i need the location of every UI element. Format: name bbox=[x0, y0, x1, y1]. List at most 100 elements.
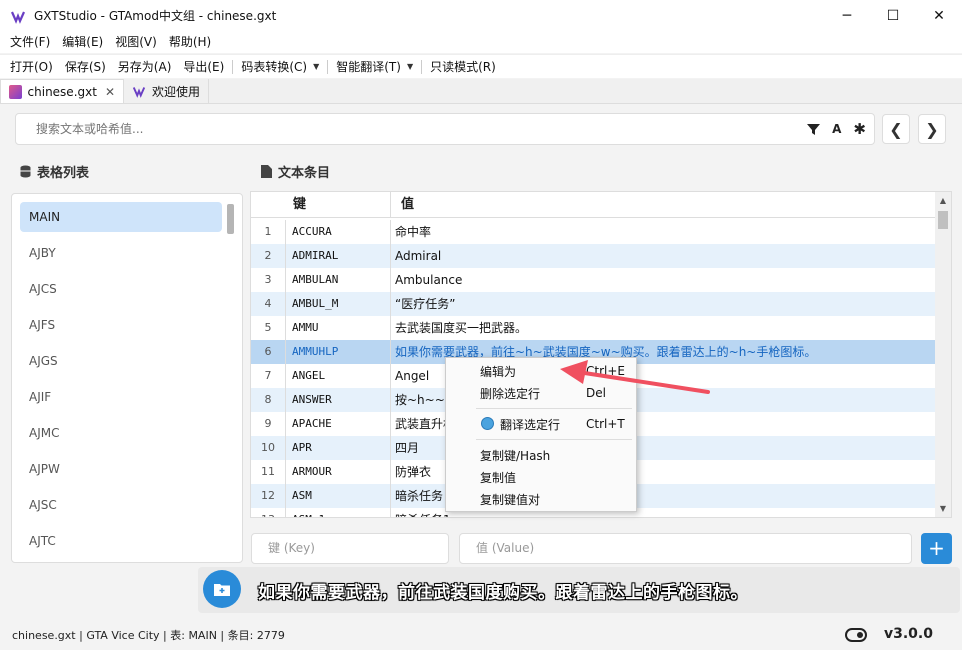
minimize-button[interactable]: ─ bbox=[824, 0, 870, 31]
ctx-separator bbox=[476, 408, 632, 409]
row-number: 7 bbox=[264, 369, 272, 382]
tab-close-icon[interactable]: ✕ bbox=[105, 85, 115, 99]
tab-label: chinese.gxt bbox=[27, 84, 97, 99]
table-list-item[interactable]: AJMC bbox=[20, 418, 222, 448]
ctx-copy-key-label: 复制键/Hash bbox=[480, 448, 551, 463]
list-scrollbar[interactable] bbox=[227, 204, 234, 234]
key-cell[interactable]: APACHE bbox=[285, 412, 391, 436]
table-row[interactable]: 5 AMMU 去武装国度买一把武器。 bbox=[251, 316, 937, 340]
key-cell[interactable]: ANGEL bbox=[285, 364, 391, 388]
ctx-translate[interactable]: 翻译选定行 Ctrl+T bbox=[446, 413, 636, 435]
save-button[interactable]: 保存(S) bbox=[59, 56, 112, 78]
table-list-item[interactable]: MAIN bbox=[20, 202, 222, 232]
search-tools: A ✱ bbox=[807, 114, 866, 144]
codepage-button[interactable]: 码表转换(C) ▼ bbox=[235, 56, 325, 78]
value-cell[interactable]: Admiral bbox=[391, 244, 937, 268]
version-label: v3.0.0 bbox=[884, 626, 933, 642]
ctx-copy-pair[interactable]: 复制键值对 bbox=[446, 488, 636, 510]
prev-result-button[interactable]: ❮ bbox=[882, 114, 910, 144]
theme-toggle-icon[interactable] bbox=[845, 628, 867, 642]
filter-icon[interactable] bbox=[807, 123, 821, 136]
table-list-item[interactable]: AJPW bbox=[20, 454, 222, 484]
key-cell[interactable]: AMBUL_M bbox=[285, 292, 391, 316]
regex-icon[interactable]: ✱ bbox=[853, 120, 866, 138]
value-input[interactable]: 值 (Value) bbox=[459, 533, 912, 564]
key-cell[interactable]: ASM bbox=[285, 484, 391, 508]
key-cell[interactable]: AMMUHLP bbox=[285, 340, 391, 364]
key-input[interactable]: 键 (Key) bbox=[251, 533, 449, 564]
table-list-item[interactable]: AJCS bbox=[20, 274, 222, 304]
table-row[interactable]: 1 ACCURA 命中率 bbox=[251, 220, 937, 244]
row-number: 9 bbox=[264, 417, 272, 430]
add-entry-button[interactable]: + bbox=[921, 533, 952, 564]
table-row[interactable]: 2 ADMIRAL Admiral bbox=[251, 244, 937, 268]
table-list-item[interactable]: AJSC bbox=[20, 490, 222, 520]
ctx-edit-shortcut: Ctrl+E bbox=[586, 364, 625, 378]
toolbar-divider bbox=[421, 59, 423, 74]
readonly-button[interactable]: 只读模式(R) bbox=[424, 56, 502, 78]
match-case-icon[interactable]: A bbox=[832, 122, 841, 136]
table-row[interactable]: 3 AMBULAN Ambulance bbox=[251, 268, 937, 292]
menu-help[interactable]: 帮助(H) bbox=[163, 31, 217, 53]
key-cell[interactable]: AMMU bbox=[285, 316, 391, 340]
key-column-header[interactable]: 键 bbox=[285, 192, 391, 218]
key-cell[interactable]: ADMIRAL bbox=[285, 244, 391, 268]
title-bar: GXTStudio - GTAmod中文组 - chinese.gxt ─ ☐ … bbox=[0, 0, 962, 31]
codepage-label: 码表转换(C) bbox=[241, 59, 308, 74]
smart-translate-button[interactable]: 智能翻译(T) ▼ bbox=[330, 56, 419, 78]
menu-view[interactable]: 视图(V) bbox=[109, 31, 163, 53]
value-cell[interactable]: 去武装国度买一把武器。 bbox=[391, 316, 937, 340]
search-box: A ✱ bbox=[15, 113, 875, 145]
ctx-edit[interactable]: 编辑为 Ctrl+E bbox=[446, 360, 636, 382]
table-list-item[interactable]: AJIF bbox=[20, 382, 222, 412]
table-list-item[interactable]: AJFS bbox=[20, 310, 222, 340]
close-button[interactable]: ✕ bbox=[916, 0, 962, 31]
maximize-button[interactable]: ☐ bbox=[870, 0, 916, 31]
ctx-copy-pair-label: 复制键值对 bbox=[480, 492, 541, 507]
open-button[interactable]: 打开(O) bbox=[4, 56, 59, 78]
table-list-title: 表格列表 bbox=[37, 166, 90, 181]
next-result-button[interactable]: ❯ bbox=[918, 114, 946, 144]
key-cell[interactable]: ACCURA bbox=[285, 220, 391, 244]
value-column-header[interactable]: 值 bbox=[391, 192, 937, 218]
key-cell[interactable]: ASM_1 bbox=[285, 508, 391, 517]
value-cell[interactable]: “医疗任务” bbox=[391, 292, 937, 316]
ctx-copy-value[interactable]: 复制值 bbox=[446, 466, 636, 488]
menu-edit[interactable]: 编辑(E) bbox=[56, 31, 109, 53]
ctx-delete[interactable]: 删除选定行 Del bbox=[446, 382, 636, 404]
scroll-down-icon[interactable]: ▼ bbox=[935, 501, 951, 517]
tab-welcome[interactable]: 欢迎使用 bbox=[124, 79, 210, 103]
key-cell[interactable]: ARMOUR bbox=[285, 460, 391, 484]
toolbar: 打开(O) 保存(S) 另存为(A) 导出(E) 码表转换(C) ▼ 智能翻译(T… bbox=[0, 54, 962, 78]
table-scrollbar[interactable]: ▲ ▼ bbox=[935, 192, 951, 517]
entries-header: 文本条目 bbox=[261, 162, 330, 181]
table-header: 键 值 bbox=[251, 192, 937, 218]
menu-file[interactable]: 文件(F) bbox=[4, 31, 56, 53]
database-icon bbox=[20, 165, 31, 178]
ctx-translate-shortcut: Ctrl+T bbox=[586, 417, 625, 431]
table-list-item[interactable]: AJBY bbox=[20, 238, 222, 268]
scroll-thumb[interactable] bbox=[938, 211, 948, 229]
value-cell[interactable]: Ambulance bbox=[391, 268, 937, 292]
value-cell[interactable]: 命中率 bbox=[391, 220, 937, 244]
entries-title: 文本条目 bbox=[278, 166, 331, 181]
scroll-up-icon[interactable]: ▲ bbox=[935, 193, 951, 209]
caret-down-icon[interactable]: ▼ bbox=[313, 56, 319, 78]
save-as-button[interactable]: 另存为(A) bbox=[112, 56, 178, 78]
table-list-item[interactable]: AJTC bbox=[20, 526, 222, 556]
key-cell[interactable]: AMBULAN bbox=[285, 268, 391, 292]
caret-down-icon[interactable]: ▼ bbox=[407, 56, 413, 78]
key-cell[interactable]: ANSWER bbox=[285, 388, 391, 412]
export-button[interactable]: 导出(E) bbox=[177, 56, 230, 78]
app-logo-icon bbox=[132, 87, 146, 98]
key-cell[interactable]: APR bbox=[285, 436, 391, 460]
row-number-header bbox=[251, 192, 285, 218]
search-input[interactable] bbox=[36, 122, 736, 136]
tab-chinese-gxt[interactable]: chinese.gxt ✕ bbox=[0, 79, 124, 103]
row-number: 12 bbox=[261, 489, 275, 502]
table-list-item[interactable]: AJGS bbox=[20, 346, 222, 376]
preview-button[interactable] bbox=[203, 570, 241, 608]
ctx-copy-key[interactable]: 复制键/Hash bbox=[446, 444, 636, 466]
table-row[interactable]: 4 AMBUL_M “医疗任务” bbox=[251, 292, 937, 316]
tab-bar: chinese.gxt ✕ 欢迎使用 bbox=[0, 79, 962, 104]
